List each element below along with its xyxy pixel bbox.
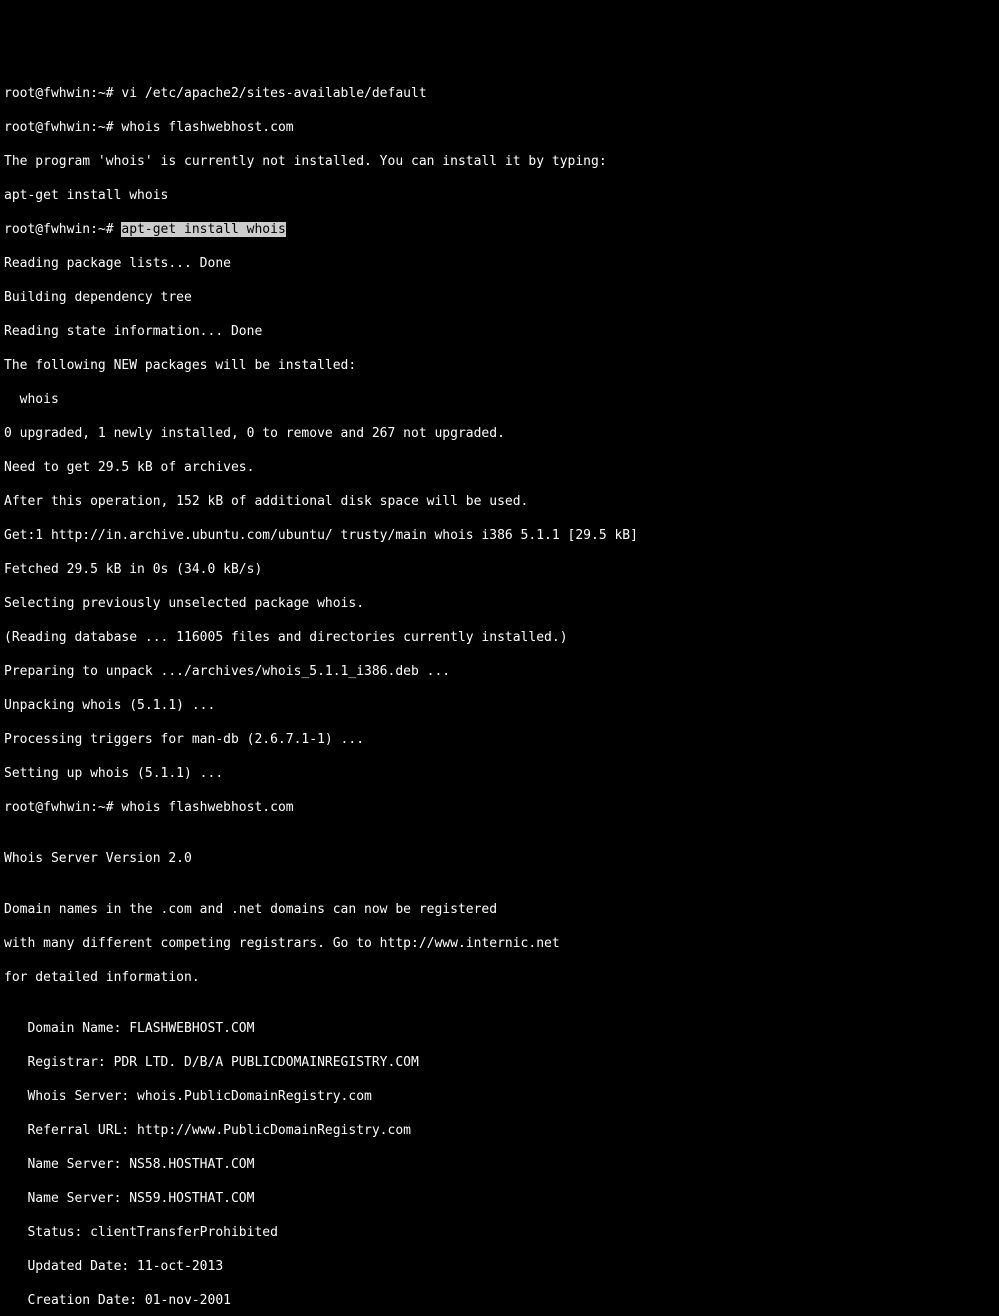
terminal-line: for detailed information.	[4, 969, 995, 986]
terminal-line: Reading state information... Done	[4, 323, 995, 340]
shell-prompt: root@fwhwin:~#	[4, 800, 121, 815]
terminal-line: Setting up whois (5.1.1) ...	[4, 765, 995, 782]
terminal-line: with many different competing registrars…	[4, 935, 995, 952]
terminal-line: Unpacking whois (5.1.1) ...	[4, 697, 995, 714]
terminal-line: (Reading database ... 116005 files and d…	[4, 629, 995, 646]
terminal-line: root@fwhwin:~# vi /etc/apache2/sites-ava…	[4, 85, 995, 102]
terminal-line: The following NEW packages will be insta…	[4, 357, 995, 374]
terminal-window[interactable]: root@fwhwin:~# vi /etc/apache2/sites-ava…	[0, 68, 999, 1316]
terminal-line: Processing triggers for man-db (2.6.7.1-…	[4, 731, 995, 748]
command-text: whois flashwebhost.com	[121, 120, 293, 135]
terminal-line: Selecting previously unselected package …	[4, 595, 995, 612]
terminal-line: Reading package lists... Done	[4, 255, 995, 272]
terminal-line: Building dependency tree	[4, 289, 995, 306]
terminal-line: Get:1 http://in.archive.ubuntu.com/ubunt…	[4, 527, 995, 544]
terminal-line: Status: clientTransferProhibited	[4, 1224, 995, 1241]
terminal-line: The program 'whois' is currently not ins…	[4, 153, 995, 170]
terminal-line: root@fwhwin:~# apt-get install whois	[4, 221, 995, 238]
command-text-highlighted: apt-get install whois	[121, 222, 285, 237]
terminal-line: Domain names in the .com and .net domain…	[4, 901, 995, 918]
shell-prompt: root@fwhwin:~#	[4, 120, 121, 135]
terminal-line: Name Server: NS58.HOSTHAT.COM	[4, 1156, 995, 1173]
terminal-line: whois	[4, 391, 995, 408]
command-text: whois flashwebhost.com	[121, 800, 293, 815]
terminal-line: Updated Date: 11-oct-2013	[4, 1258, 995, 1275]
terminal-line: root@fwhwin:~# whois flashwebhost.com	[4, 119, 995, 136]
terminal-line: Whois Server: whois.PublicDomainRegistry…	[4, 1088, 995, 1105]
terminal-line: Creation Date: 01-nov-2001	[4, 1292, 995, 1309]
terminal-line: After this operation, 152 kB of addition…	[4, 493, 995, 510]
terminal-line: Registrar: PDR LTD. D/B/A PUBLICDOMAINRE…	[4, 1054, 995, 1071]
terminal-line: apt-get install whois	[4, 187, 995, 204]
terminal-line: Whois Server Version 2.0	[4, 850, 995, 867]
terminal-line: Preparing to unpack .../archives/whois_5…	[4, 663, 995, 680]
terminal-line: Name Server: NS59.HOSTHAT.COM	[4, 1190, 995, 1207]
shell-prompt: root@fwhwin:~#	[4, 222, 121, 237]
terminal-line: Fetched 29.5 kB in 0s (34.0 kB/s)	[4, 561, 995, 578]
terminal-line: root@fwhwin:~# whois flashwebhost.com	[4, 799, 995, 816]
terminal-line: Domain Name: FLASHWEBHOST.COM	[4, 1020, 995, 1037]
terminal-line: Need to get 29.5 kB of archives.	[4, 459, 995, 476]
terminal-line: Referral URL: http://www.PublicDomainReg…	[4, 1122, 995, 1139]
terminal-line: 0 upgraded, 1 newly installed, 0 to remo…	[4, 425, 995, 442]
